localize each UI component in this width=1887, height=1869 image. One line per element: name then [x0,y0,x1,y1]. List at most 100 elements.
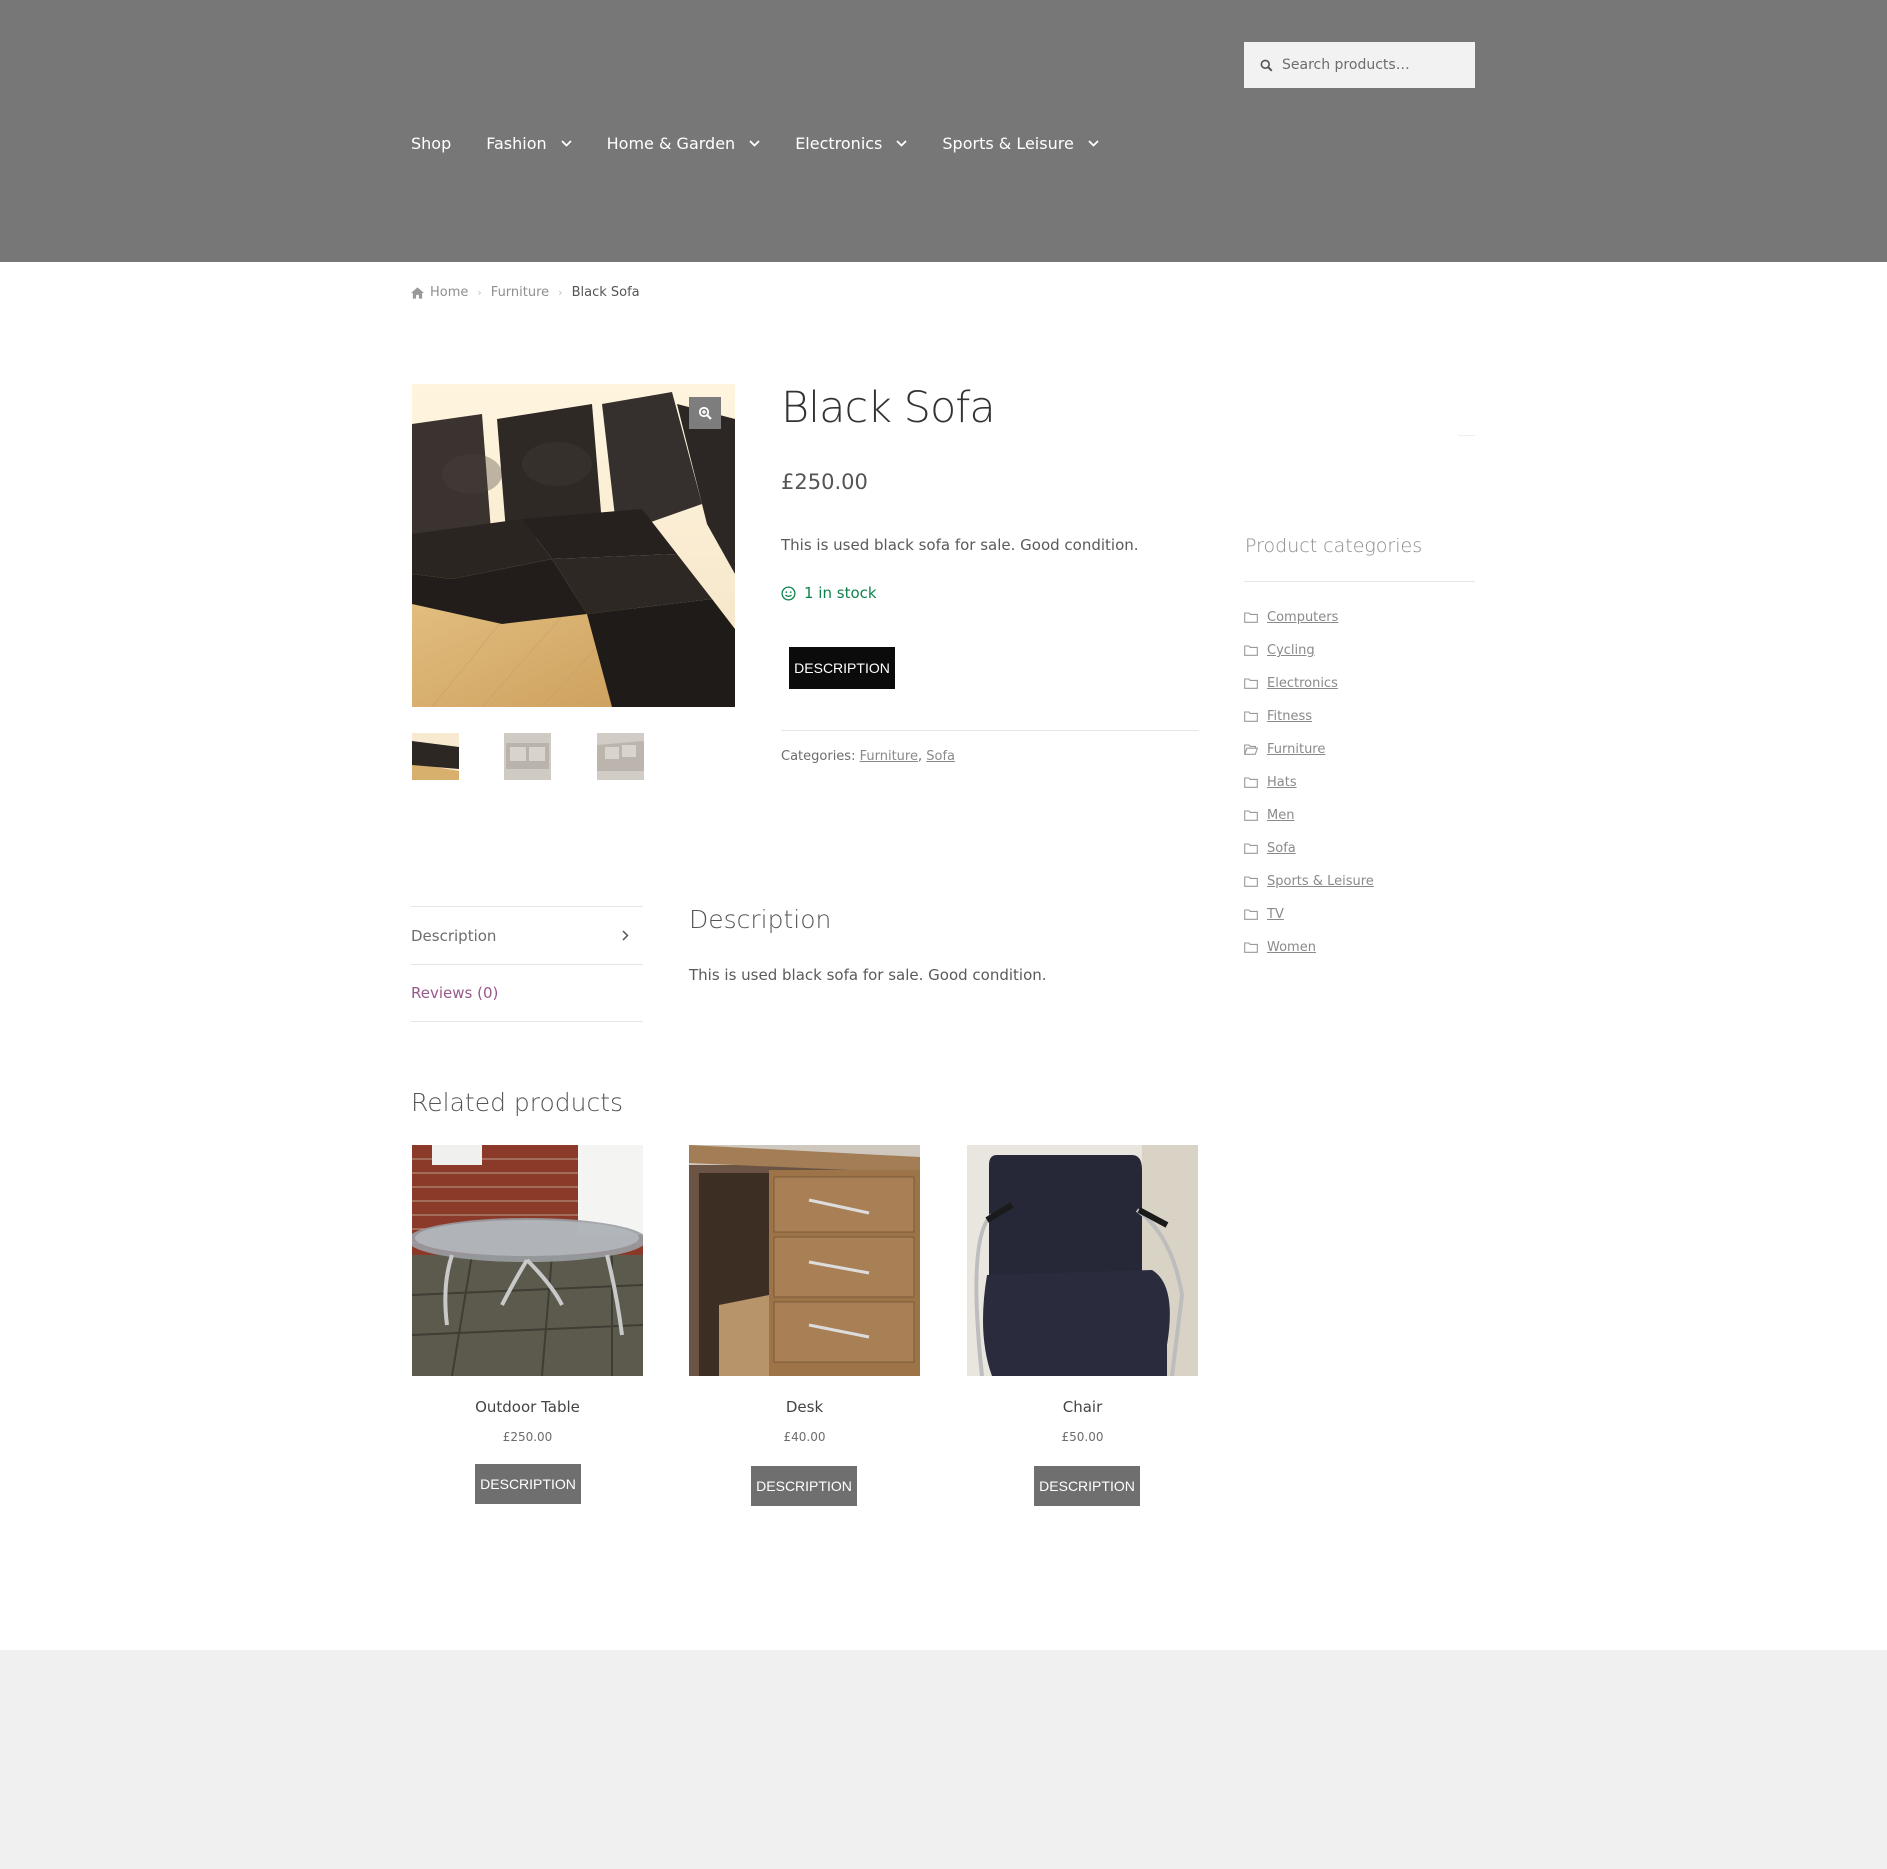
category-list: Computers Cycling Electronics Fitness Fu… [1244,601,1374,964]
category-label[interactable]: Cycling [1267,643,1315,658]
category-item-fitness[interactable]: Fitness [1244,700,1374,733]
product-title: Black Sofa [781,383,996,433]
nav-item-fashion[interactable]: Fashion [486,134,572,153]
category-label[interactable]: Furniture [1267,742,1325,757]
sidebar-title: Product categories [1245,535,1423,557]
nav-item-shop[interactable]: Shop [411,134,451,153]
product-name[interactable]: Desk [689,1398,920,1416]
chevron-down-icon [561,140,572,147]
categories-label: Categories: [781,749,856,764]
tab-label: Reviews (0) [411,984,499,1002]
nav-item-sports-leisure[interactable]: Sports & Leisure [942,134,1099,153]
product-tabs: Description Reviews (0) [411,906,643,1022]
category-label[interactable]: Electronics [1267,676,1338,691]
tab-panel-title: Description [689,905,832,934]
category-item-electronics[interactable]: Electronics [1244,667,1374,700]
product-price: £50.00 [1061,1430,1104,1444]
product-price: £250.00 [502,1430,553,1444]
home-icon [411,286,424,299]
folder-icon [1244,843,1258,854]
product-main-image[interactable] [412,384,735,707]
category-label[interactable]: TV [1267,907,1284,922]
nav-item-home-garden[interactable]: Home & Garden [607,134,761,153]
folder-icon [1244,942,1258,953]
search-icon [1260,59,1273,71]
description-button[interactable]: DESCRIPTION [789,647,895,689]
category-link-furniture[interactable]: Furniture [860,749,918,764]
folder-icon [1244,645,1258,656]
folder-icon [1244,711,1258,722]
category-label[interactable]: Hats [1267,775,1297,790]
category-label[interactable]: Sofa [1267,841,1296,856]
nav-item-label: Electronics [795,134,883,153]
search-input[interactable] [1282,57,1462,73]
category-item-furniture[interactable]: Furniture [1244,733,1374,766]
nav-item-label: Home & Garden [606,134,736,153]
folder-icon [1244,678,1258,689]
folder-icon [1244,909,1258,920]
category-item-computers[interactable]: Computers [1244,601,1374,634]
category-item-hats[interactable]: Hats [1244,766,1374,799]
category-item-women[interactable]: Women [1244,931,1374,964]
product-name[interactable]: Chair [967,1398,1198,1416]
gallery-thumbnail[interactable] [504,733,551,780]
related-product-card: Desk £40.00 DESCRIPTION [689,1145,920,1506]
stock-text: 1 in stock [804,584,877,602]
zoom-icon [698,406,712,420]
breadcrumb-category[interactable]: Furniture [491,285,549,300]
description-button[interactable]: DESCRIPTION [475,1464,581,1504]
product-image[interactable] [967,1145,1198,1376]
tab-reviews[interactable]: Reviews (0) [411,964,643,1022]
related-product-card: Outdoor Table £250.00 DESCRIPTION [412,1145,643,1504]
chair-image [967,1145,1198,1376]
folder-icon [1244,876,1258,887]
product-name[interactable]: Outdoor Table [412,1398,643,1416]
nav-item-label: Fashion [486,134,547,153]
category-item-cycling[interactable]: Cycling [1244,634,1374,667]
category-label[interactable]: Sports & Leisure [1267,874,1374,889]
sofa-thumbnail-image [597,733,644,780]
gallery-thumbnail[interactable] [412,733,459,780]
category-link-sofa[interactable]: Sofa [926,749,955,764]
product-image[interactable] [412,1145,643,1376]
category-label[interactable]: Computers [1267,610,1338,625]
category-label[interactable]: Men [1267,808,1294,823]
search-box[interactable] [1244,42,1475,88]
product-price: £40.00 [783,1430,826,1444]
sofa-thumbnail-image [504,733,551,780]
chevron-down-icon [749,140,760,147]
category-label[interactable]: Fitness [1267,709,1312,724]
breadcrumb-separator: › [558,286,563,299]
related-products-title: Related products [411,1088,624,1117]
category-item-men[interactable]: Men [1244,799,1374,832]
breadcrumb: Home › Furniture › Black Sofa [411,285,640,300]
product-price: £250.00 [781,470,868,494]
breadcrumb-separator: › [477,286,482,299]
divider [1458,435,1475,436]
outdoor-table-image [412,1145,643,1376]
category-item-tv[interactable]: TV [1244,898,1374,931]
gallery-thumbnail[interactable] [597,733,644,780]
site-footer [0,1650,1887,1869]
description-button[interactable]: DESCRIPTION [1034,1466,1140,1506]
breadcrumb-home[interactable]: Home [430,285,468,300]
zoom-button[interactable] [689,397,721,429]
tab-label: Description [411,926,497,945]
desk-image [689,1145,920,1376]
site-header: Shop Fashion Home & Garden Electronics S… [0,0,1887,262]
product-image[interactable] [689,1145,920,1376]
category-item-sofa[interactable]: Sofa [1244,832,1374,865]
tab-panel-text: This is used black sofa for sale. Good c… [689,966,1047,984]
description-button[interactable]: DESCRIPTION [751,1466,857,1506]
breadcrumb-current: Black Sofa [571,285,640,300]
product-short-description: This is used black sofa for sale. Good c… [781,536,1139,554]
smiley-icon [781,585,796,601]
nav-item-label: Sports & Leisure [942,134,1074,153]
product-categories: Categories: Furniture, Sofa [781,749,955,764]
tab-description[interactable]: Description [411,906,643,964]
chevron-down-icon [896,140,908,147]
category-label[interactable]: Women [1267,940,1316,955]
category-item-sports-leisure[interactable]: Sports & Leisure [1244,865,1374,898]
sofa-image [412,384,735,707]
nav-item-electronics[interactable]: Electronics [795,134,908,153]
